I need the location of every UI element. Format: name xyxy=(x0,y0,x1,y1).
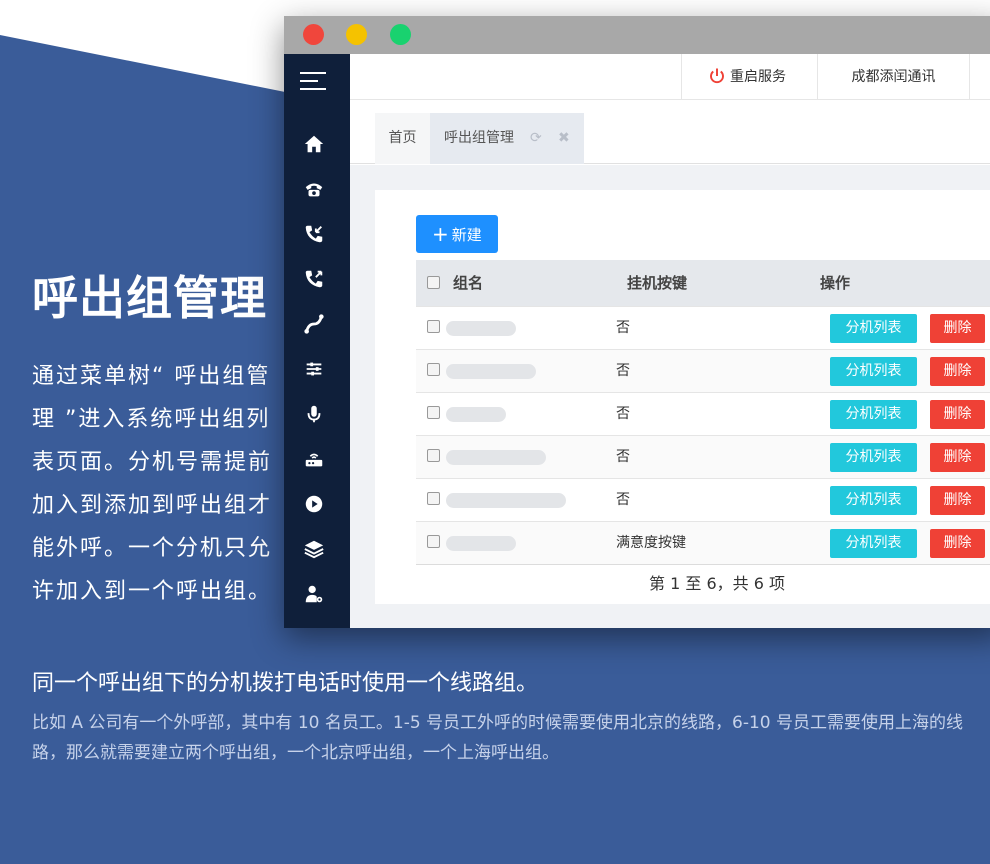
tab-home[interactable]: 首页 xyxy=(375,113,430,164)
tab-outbound-group-label: 呼出组管理 xyxy=(444,130,514,146)
redacted-group-name xyxy=(446,407,506,422)
route-icon[interactable] xyxy=(303,313,325,335)
minimize-window-button[interactable] xyxy=(346,24,367,45)
hangup-key-cell: 否 xyxy=(616,320,630,336)
row-checkbox[interactable] xyxy=(427,406,440,419)
extension-list-button[interactable]: 分机列表 xyxy=(830,443,917,472)
close-window-button[interactable] xyxy=(303,24,324,45)
pagination-info: 第 1 至 6，共 6 项 xyxy=(649,574,785,593)
window-titlebar xyxy=(284,16,990,54)
column-header-actions: 操作 xyxy=(820,274,851,292)
intro-example: 比如 A 公司有一个外呼部，其中有 10 名员工。1-5 号员工外呼的时候需要使… xyxy=(32,713,964,763)
plus-icon: + xyxy=(432,222,449,246)
delete-button[interactable]: 删除 xyxy=(930,400,985,429)
delete-button[interactable]: 删除 xyxy=(930,314,985,343)
layers-icon[interactable] xyxy=(303,538,325,560)
redacted-group-name xyxy=(446,493,566,508)
telephone-icon[interactable] xyxy=(303,178,325,200)
top-navbar: 重启服务 成都添闰通讯 xyxy=(350,54,990,100)
restart-service-button[interactable]: 重启服务 xyxy=(681,54,817,100)
power-icon xyxy=(710,68,724,84)
intro-description: 通过菜单树“ 呼出组管理 ”进入系统呼出组列表页面。分机号需提前加入到添加到呼出… xyxy=(32,364,273,604)
column-header-name[interactable]: 组名 xyxy=(453,260,483,306)
hangup-key-cell: 否 xyxy=(616,406,630,422)
row-checkbox[interactable] xyxy=(427,363,440,376)
delete-button[interactable]: 删除 xyxy=(930,443,985,472)
hangup-key-cell: 否 xyxy=(616,363,630,379)
select-all-checkbox[interactable] xyxy=(427,276,440,289)
table-row: 否 分机列表 删除 xyxy=(416,306,990,349)
delete-button[interactable]: 删除 xyxy=(930,486,985,515)
hangup-key-cell: 否 xyxy=(616,449,630,465)
close-tab-icon[interactable]: ✖ xyxy=(558,113,570,164)
extension-list-button[interactable]: 分机列表 xyxy=(830,486,917,515)
redacted-group-name xyxy=(446,364,536,379)
redacted-group-name xyxy=(446,450,546,465)
play-circle-icon[interactable] xyxy=(303,493,325,515)
outbound-group-panel: + 新建 组名 挂机按键 操作 否 分机列表 删除 否 分机列表 删除 否 分机… xyxy=(375,190,990,604)
redacted-group-name xyxy=(446,321,516,336)
menu-toggle-icon[interactable] xyxy=(300,72,326,92)
new-group-button[interactable]: + 新建 xyxy=(416,215,498,253)
row-checkbox[interactable] xyxy=(427,320,440,333)
table-row: 否 分机列表 删除 xyxy=(416,392,990,435)
tab-outbound-group[interactable]: 呼出组管理 ⟳ ✖ xyxy=(430,113,584,164)
row-checkbox[interactable] xyxy=(427,535,440,548)
row-checkbox[interactable] xyxy=(427,492,440,505)
table-row: 否 分机列表 删除 xyxy=(416,435,990,478)
topbar-divider xyxy=(969,54,970,100)
refresh-icon[interactable]: ⟳ xyxy=(530,113,542,164)
outgoing-call-icon[interactable] xyxy=(303,268,325,290)
table-row: 满意度按键 分机列表 删除 xyxy=(416,521,990,564)
microphone-icon[interactable] xyxy=(303,403,325,425)
hangup-key-cell: 满意度按键 xyxy=(616,535,686,551)
row-checkbox[interactable] xyxy=(427,449,440,462)
extension-list-button[interactable]: 分机列表 xyxy=(830,357,917,386)
user-settings-icon[interactable] xyxy=(303,583,325,605)
new-button-label: 新建 xyxy=(451,226,482,244)
table-row: 否 分机列表 删除 xyxy=(416,349,990,392)
intro-subheading: 同一个呼出组下的分机拨打电话时使用一个线路组。 xyxy=(32,671,539,696)
restart-service-label: 重启服务 xyxy=(730,69,786,85)
app-window: 重启服务 成都添闰通讯 首页 呼出组管理 ⟳ ✖ +新建 组名 挂机按键 操作 xyxy=(284,16,990,628)
maximize-window-button[interactable] xyxy=(390,24,411,45)
column-header-hangup-key[interactable]: 挂机按键 xyxy=(627,260,687,306)
sliders-icon[interactable] xyxy=(303,358,325,380)
sidebar xyxy=(284,54,350,628)
extension-list-button[interactable]: 分机列表 xyxy=(830,529,917,558)
incoming-call-icon[interactable] xyxy=(303,223,325,245)
tabs-bar: 首页 呼出组管理 ⟳ ✖ xyxy=(350,100,990,164)
redacted-group-name xyxy=(446,536,516,551)
extension-list-button[interactable]: 分机列表 xyxy=(830,314,917,343)
table-row: 否 分机列表 删除 xyxy=(416,478,990,521)
page-headline: 呼出组管理 xyxy=(32,271,267,325)
home-icon[interactable] xyxy=(303,133,325,155)
company-menu[interactable]: 成都添闰通讯 xyxy=(817,54,969,100)
hangup-key-cell: 否 xyxy=(616,492,630,508)
router-icon[interactable] xyxy=(303,448,325,470)
outbound-group-table: 组名 挂机按键 操作 否 分机列表 删除 否 分机列表 删除 否 分机列表 删除… xyxy=(416,260,990,565)
extension-list-button[interactable]: 分机列表 xyxy=(830,400,917,429)
table-header: 组名 挂机按键 操作 xyxy=(416,260,990,306)
delete-button[interactable]: 删除 xyxy=(930,357,985,386)
delete-button[interactable]: 删除 xyxy=(930,529,985,558)
